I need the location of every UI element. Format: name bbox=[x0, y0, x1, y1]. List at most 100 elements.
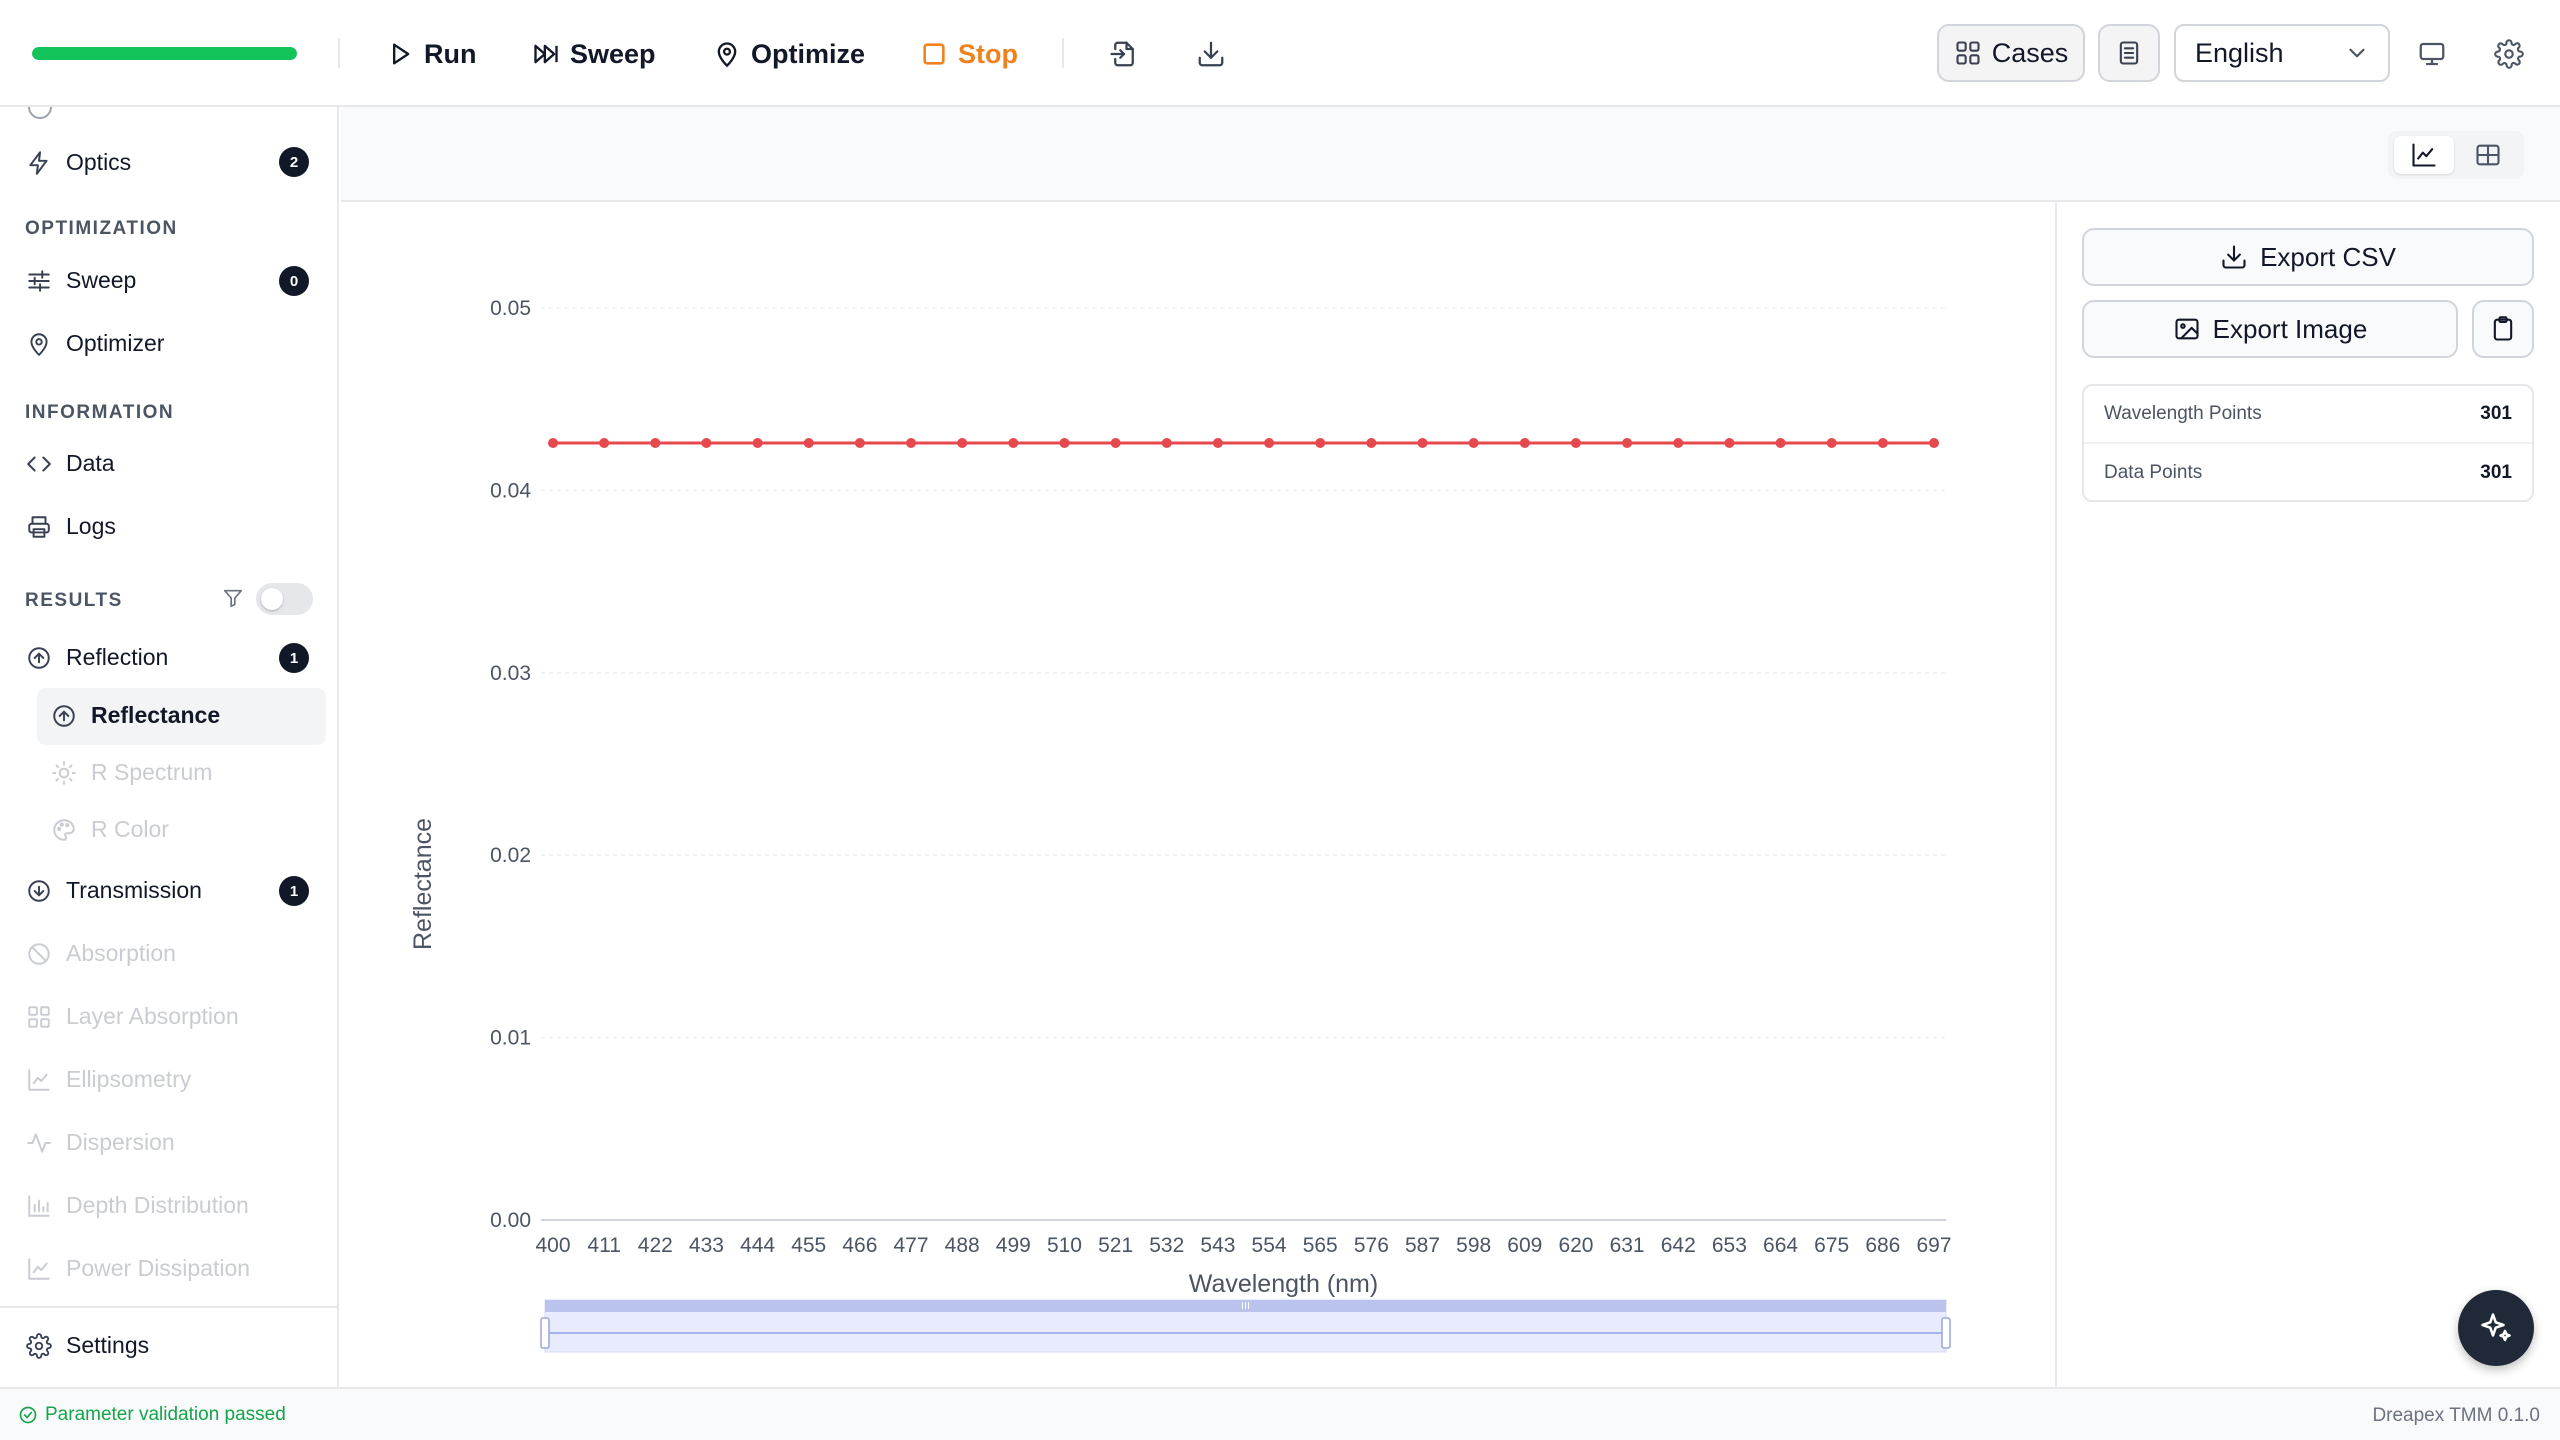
section-heading-optimization: OPTIMIZATION bbox=[25, 218, 178, 239]
sidebar-item-logs[interactable]: Logs bbox=[26, 513, 116, 540]
stat-row-wavelength-points: Wavelength Points 301 bbox=[2084, 386, 2532, 444]
sidebar-item-label: Settings bbox=[66, 1332, 150, 1358]
x-tick-label: 510 bbox=[1047, 1234, 1082, 1257]
stat-value: 301 bbox=[2480, 403, 2512, 424]
chevron-down-icon bbox=[2349, 48, 2365, 58]
sidebar-item-label: Data bbox=[66, 450, 115, 476]
sidebar-item-label: Ellipsometry bbox=[66, 1066, 192, 1092]
language-select[interactable]: English bbox=[2174, 24, 2390, 82]
validation-status: Parameter validation passed bbox=[18, 1404, 286, 1426]
data-point bbox=[1775, 437, 1786, 448]
zoom-handle-right bbox=[1941, 1317, 1951, 1349]
data-point bbox=[1110, 437, 1121, 448]
display-button[interactable] bbox=[2408, 30, 2456, 78]
sidebar-item-reflection[interactable]: Reflection bbox=[26, 644, 168, 671]
data-zoom-slider[interactable] bbox=[540, 1299, 1951, 1353]
data-point bbox=[1673, 437, 1684, 448]
data-point bbox=[1417, 437, 1428, 448]
data-point bbox=[548, 437, 558, 448]
sidebar-item-label: Reflectance bbox=[91, 702, 221, 728]
optimize-button[interactable]: Optimize bbox=[713, 30, 865, 78]
results-filter-toggle[interactable] bbox=[256, 583, 313, 615]
sidebar-item-transmission[interactable]: Transmission bbox=[26, 877, 202, 904]
x-tick-label: 609 bbox=[1507, 1234, 1542, 1257]
toggle-knob bbox=[261, 588, 283, 610]
y-tick-label: 0.05 bbox=[490, 297, 531, 320]
sidebar-item-optics[interactable]: Optics bbox=[26, 149, 131, 176]
x-tick-label: 455 bbox=[791, 1234, 826, 1257]
table-icon bbox=[2476, 144, 2500, 166]
data-point bbox=[854, 437, 865, 448]
cases-button[interactable]: Cases bbox=[1937, 24, 2085, 82]
sidebar-item-ellipsometry: Ellipsometry bbox=[26, 1066, 191, 1093]
data-point bbox=[1264, 437, 1275, 448]
run-progress-bar bbox=[32, 47, 297, 60]
data-point bbox=[599, 437, 610, 448]
x-tick-label: 488 bbox=[945, 1234, 980, 1257]
data-point bbox=[1826, 437, 1837, 448]
notes-button[interactable] bbox=[2098, 24, 2160, 82]
sidebar-item-data[interactable]: Data bbox=[26, 450, 115, 477]
app-version: Dreapex TMM 0.1.0 bbox=[2372, 1405, 2540, 1426]
x-tick-label: 532 bbox=[1149, 1234, 1184, 1257]
data-point bbox=[1724, 437, 1735, 448]
x-tick-label: 576 bbox=[1354, 1234, 1389, 1257]
sidebar-item-settings[interactable]: Settings bbox=[26, 1332, 149, 1359]
language-value: English bbox=[2195, 37, 2284, 68]
palette-icon bbox=[53, 818, 75, 841]
run-button[interactable]: Run bbox=[386, 30, 476, 78]
sidebar-item-sweep[interactable]: Sweep bbox=[26, 267, 136, 294]
play-icon bbox=[393, 43, 410, 65]
grid-icon bbox=[1956, 41, 1980, 65]
download-button[interactable] bbox=[1187, 30, 1235, 78]
export-csv-label: Export CSV bbox=[2260, 241, 2396, 272]
x-tick-label: 521 bbox=[1098, 1234, 1133, 1257]
export-image-button[interactable]: Export Image bbox=[2082, 300, 2458, 358]
activity-icon bbox=[27, 1132, 51, 1153]
run-progress-fill bbox=[32, 47, 297, 60]
sidebar-item-label: Optimizer bbox=[66, 330, 165, 356]
table-view-button[interactable] bbox=[2458, 136, 2518, 174]
grid-icon bbox=[28, 1005, 50, 1028]
data-point bbox=[1468, 437, 1479, 448]
code-icon bbox=[27, 456, 51, 471]
y-tick-label: 0.00 bbox=[490, 1209, 531, 1232]
import-icon bbox=[1110, 41, 1134, 67]
map-pin-icon bbox=[30, 332, 48, 356]
sidebar-item-reflectance[interactable]: Reflectance bbox=[51, 702, 220, 729]
export-csv-button[interactable]: Export CSV bbox=[2082, 228, 2534, 286]
sidebar-item-optimizer[interactable]: Optimizer bbox=[26, 330, 164, 357]
optimize-label: Optimize bbox=[751, 38, 866, 69]
filter-icon[interactable] bbox=[222, 587, 244, 609]
sidebar-item-label: Layer Absorption bbox=[66, 1003, 239, 1029]
ban-icon bbox=[28, 942, 50, 965]
x-tick-label: 565 bbox=[1303, 1234, 1338, 1257]
gear-icon bbox=[2494, 39, 2524, 69]
x-tick-label: 554 bbox=[1252, 1234, 1287, 1257]
data-point bbox=[1059, 437, 1070, 448]
chart-view-button[interactable] bbox=[2394, 136, 2454, 174]
copy-image-button[interactable] bbox=[2472, 300, 2534, 358]
sidebar-item-dispersion: Dispersion bbox=[26, 1129, 175, 1156]
lightning-icon bbox=[29, 150, 48, 175]
data-point bbox=[1212, 437, 1223, 448]
document-icon bbox=[2119, 41, 2139, 65]
ai-assistant-button[interactable] bbox=[2458, 1290, 2534, 1366]
content-header bbox=[341, 107, 2560, 202]
bar-chart-icon bbox=[28, 1194, 50, 1217]
data-point bbox=[1161, 437, 1172, 448]
data-point bbox=[701, 437, 712, 448]
data-point bbox=[650, 437, 661, 448]
settings-button[interactable] bbox=[2485, 30, 2533, 78]
status-bar: Parameter validation passed Dreapex TMM … bbox=[0, 1387, 2560, 1440]
zoom-handle-left bbox=[540, 1317, 550, 1349]
sweep-button[interactable]: Sweep bbox=[532, 30, 656, 78]
transmission-count-badge: 1 bbox=[279, 876, 309, 906]
stop-button[interactable]: Stop bbox=[920, 30, 1018, 78]
sidebar-item-label: Sweep bbox=[66, 267, 137, 293]
x-tick-label: 686 bbox=[1865, 1234, 1900, 1257]
data-point bbox=[1315, 437, 1326, 448]
section-heading-results: RESULTS bbox=[25, 590, 123, 611]
section-heading-information: INFORMATION bbox=[25, 402, 175, 423]
import-button[interactable] bbox=[1100, 30, 1148, 78]
